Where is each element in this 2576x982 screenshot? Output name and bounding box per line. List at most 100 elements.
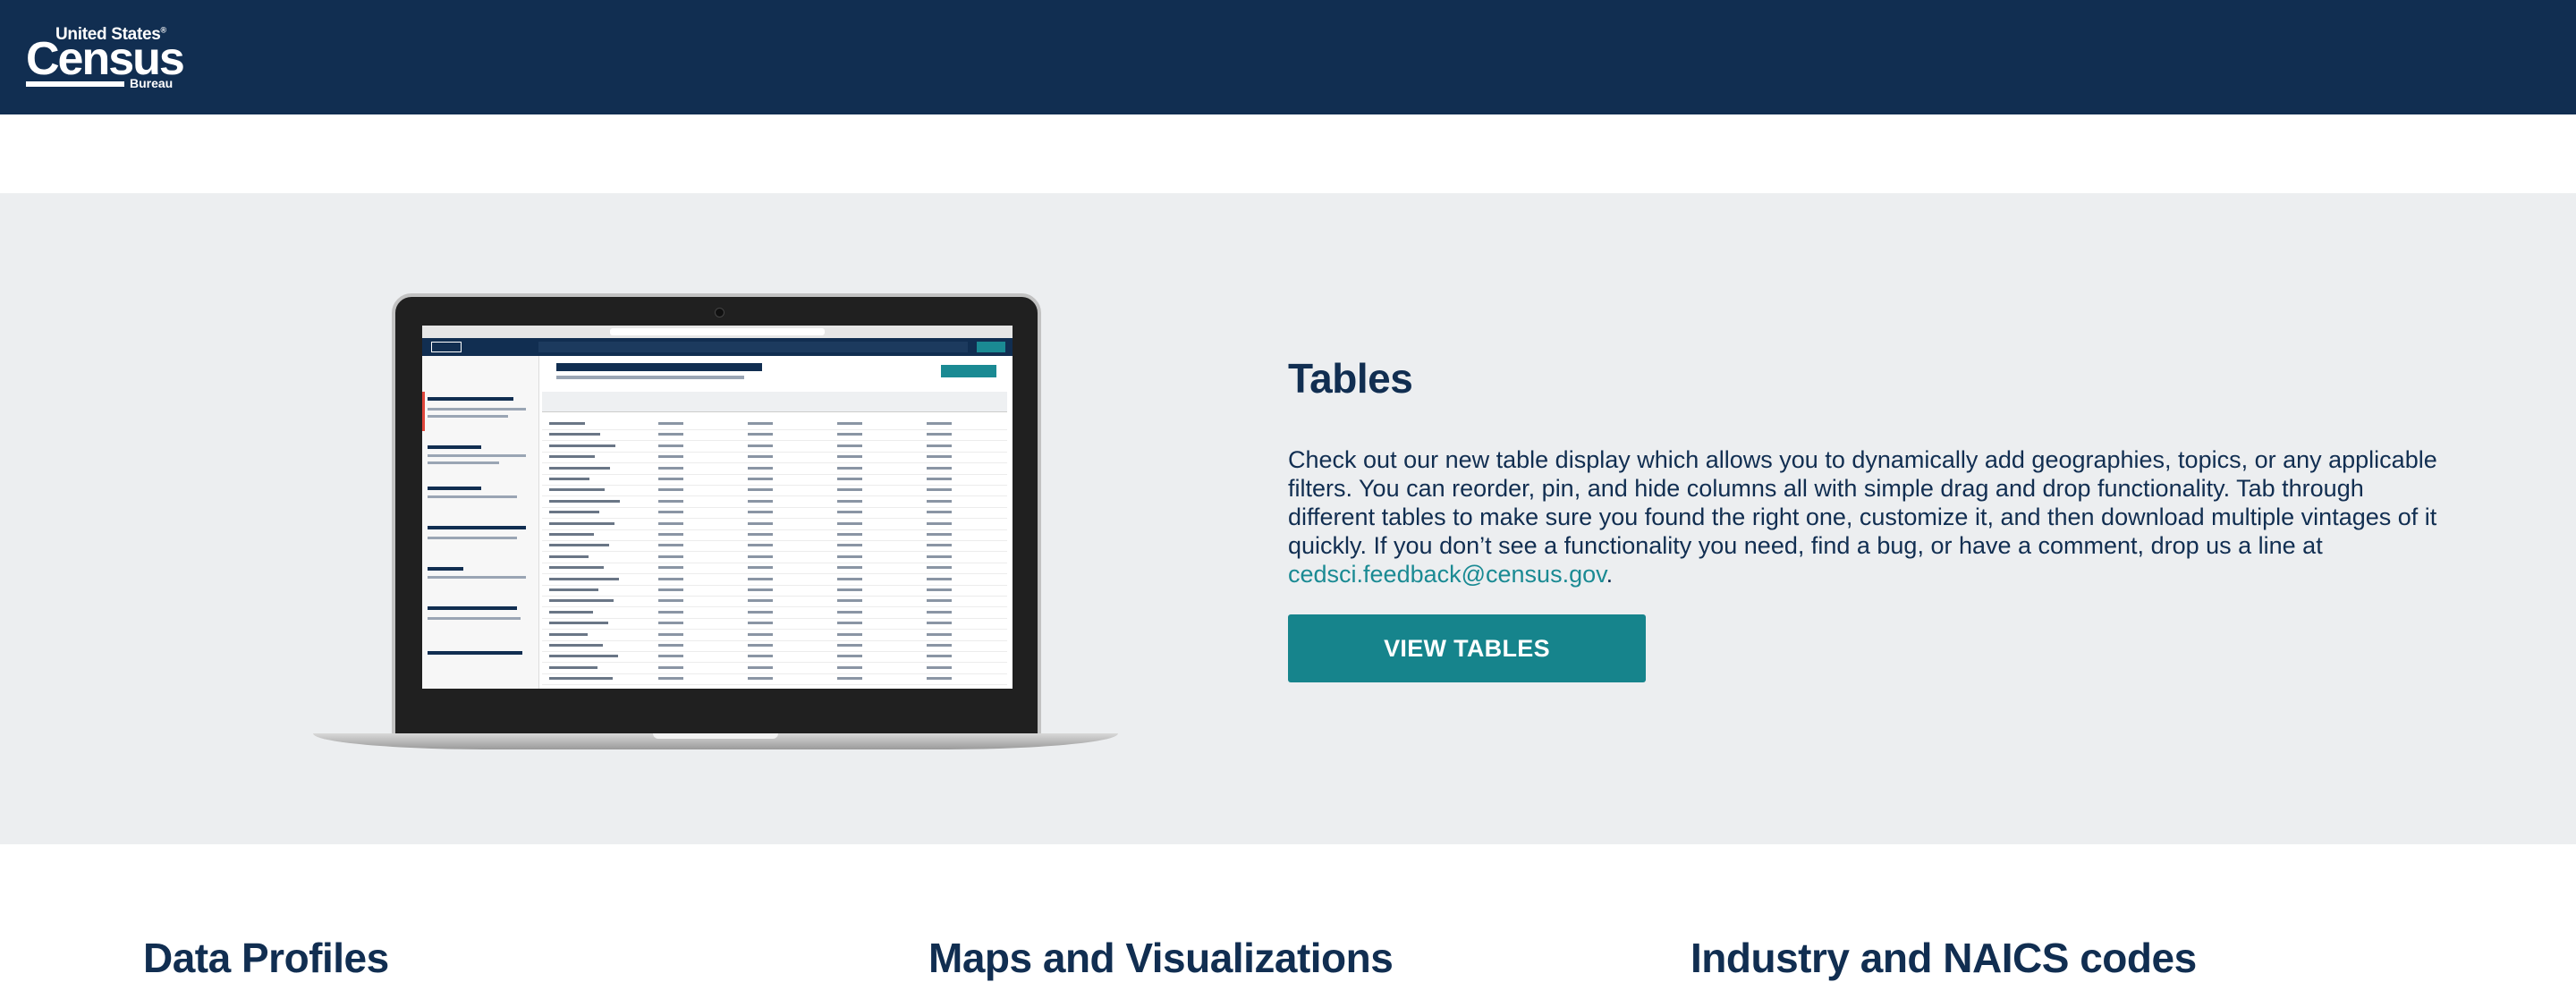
preview-row-cell [748, 655, 773, 657]
laptop-screen-preview [422, 326, 1013, 689]
preview-table-row [542, 441, 1007, 453]
preview-table-row [542, 507, 1007, 519]
preview-row-cell [837, 555, 862, 558]
feature-description-text: Check out our new table display which al… [1288, 446, 2437, 559]
preview-row-cell [837, 611, 862, 614]
preview-row-cell [658, 633, 683, 636]
preview-row-cell [837, 444, 862, 447]
preview-row-cell [927, 422, 952, 425]
preview-row-cell [658, 644, 683, 647]
preview-sidebar-line [428, 537, 517, 539]
preview-row-cell [927, 611, 952, 614]
feedback-email-link[interactable]: cedsci.feedback@census.gov [1288, 561, 1606, 588]
preview-row-cell [748, 444, 773, 447]
preview-search-button [977, 342, 1005, 352]
preview-selected-marker [422, 392, 425, 431]
preview-table-row [542, 496, 1007, 508]
preview-row-cell [658, 555, 683, 558]
preview-table-row [542, 607, 1007, 619]
preview-row-cell [748, 422, 773, 425]
preview-row-label [549, 622, 608, 624]
preview-table-row [542, 596, 1007, 607]
preview-row-cell [748, 611, 773, 614]
preview-row-cell [658, 467, 683, 470]
preview-row-cell [658, 666, 683, 669]
preview-table-row [542, 485, 1007, 496]
preview-table-row [542, 685, 1007, 689]
preview-row-cell [927, 500, 952, 503]
preview-row-cell [927, 566, 952, 569]
preview-sidebar-line [428, 495, 517, 498]
preview-header [422, 338, 1013, 356]
preview-row-cell [927, 467, 952, 470]
preview-row-cell [748, 599, 773, 602]
preview-sidebar-line [428, 454, 526, 457]
preview-row-cell [658, 500, 683, 503]
preview-row-cell [748, 555, 773, 558]
preview-row-cell [927, 677, 952, 680]
preview-row-label [549, 478, 589, 480]
preview-table-row [542, 474, 1007, 486]
preview-row-label [549, 488, 605, 491]
preview-logo [431, 342, 462, 352]
preview-row-label [549, 467, 610, 470]
preview-row-label [549, 578, 619, 580]
preview-row-label [549, 455, 595, 458]
preview-row-label [549, 566, 604, 569]
preview-row-cell [927, 622, 952, 624]
preview-row-cell [748, 578, 773, 580]
preview-browser-chrome [422, 326, 1013, 339]
view-tables-button[interactable]: VIEW TABLES [1288, 614, 1646, 682]
preview-row-cell [927, 433, 952, 436]
preview-table-row [542, 663, 1007, 674]
preview-row-cell [837, 655, 862, 657]
preview-row-cell [837, 588, 862, 591]
preview-table-row [542, 585, 1007, 597]
preview-row-cell [658, 533, 683, 536]
preview-sidebar-title [428, 487, 481, 490]
preview-table-subtitle [556, 376, 744, 379]
preview-row-label [549, 522, 614, 525]
preview-row-cell [658, 433, 683, 436]
preview-row-cell [927, 588, 952, 591]
preview-table-row [542, 552, 1007, 563]
preview-row-label [549, 500, 620, 503]
preview-row-cell [837, 633, 862, 636]
preview-row-label [549, 633, 588, 636]
preview-row-label [549, 611, 593, 614]
preview-row-cell [927, 455, 952, 458]
preview-row-cell [837, 622, 862, 624]
preview-row-label [549, 644, 603, 647]
preview-table-row [542, 574, 1007, 586]
preview-table-row [542, 529, 1007, 541]
census-logo[interactable]: United States® Census Bureau [26, 25, 187, 91]
preview-row-cell [658, 599, 683, 602]
preview-table-row [542, 630, 1007, 641]
preview-row-cell [837, 455, 862, 458]
preview-table-header [542, 392, 1007, 412]
preview-row-cell [658, 522, 683, 525]
preview-row-cell [927, 578, 952, 580]
laptop-notch [653, 733, 778, 739]
preview-row-cell [837, 478, 862, 480]
preview-row-cell [837, 422, 862, 425]
preview-table-row [542, 519, 1007, 530]
preview-row-cell [748, 588, 773, 591]
feature-title: Tables [1288, 354, 1412, 402]
preview-row-cell [837, 511, 862, 513]
preview-table-row [542, 452, 1007, 463]
preview-sidebar-line [428, 408, 526, 411]
preview-row-cell [927, 544, 952, 546]
preview-row-cell [927, 488, 952, 491]
description-period: . [1606, 561, 1614, 588]
laptop-illustration [313, 293, 1118, 751]
preview-row-cell [837, 566, 862, 569]
preview-row-cell [927, 666, 952, 669]
preview-row-cell [658, 544, 683, 546]
logo-sub: Bureau [130, 76, 173, 90]
preview-row-cell [658, 455, 683, 458]
preview-row-cell [837, 522, 862, 525]
preview-row-cell [927, 599, 952, 602]
preview-table-row [542, 618, 1007, 630]
preview-table-row [542, 463, 1007, 475]
